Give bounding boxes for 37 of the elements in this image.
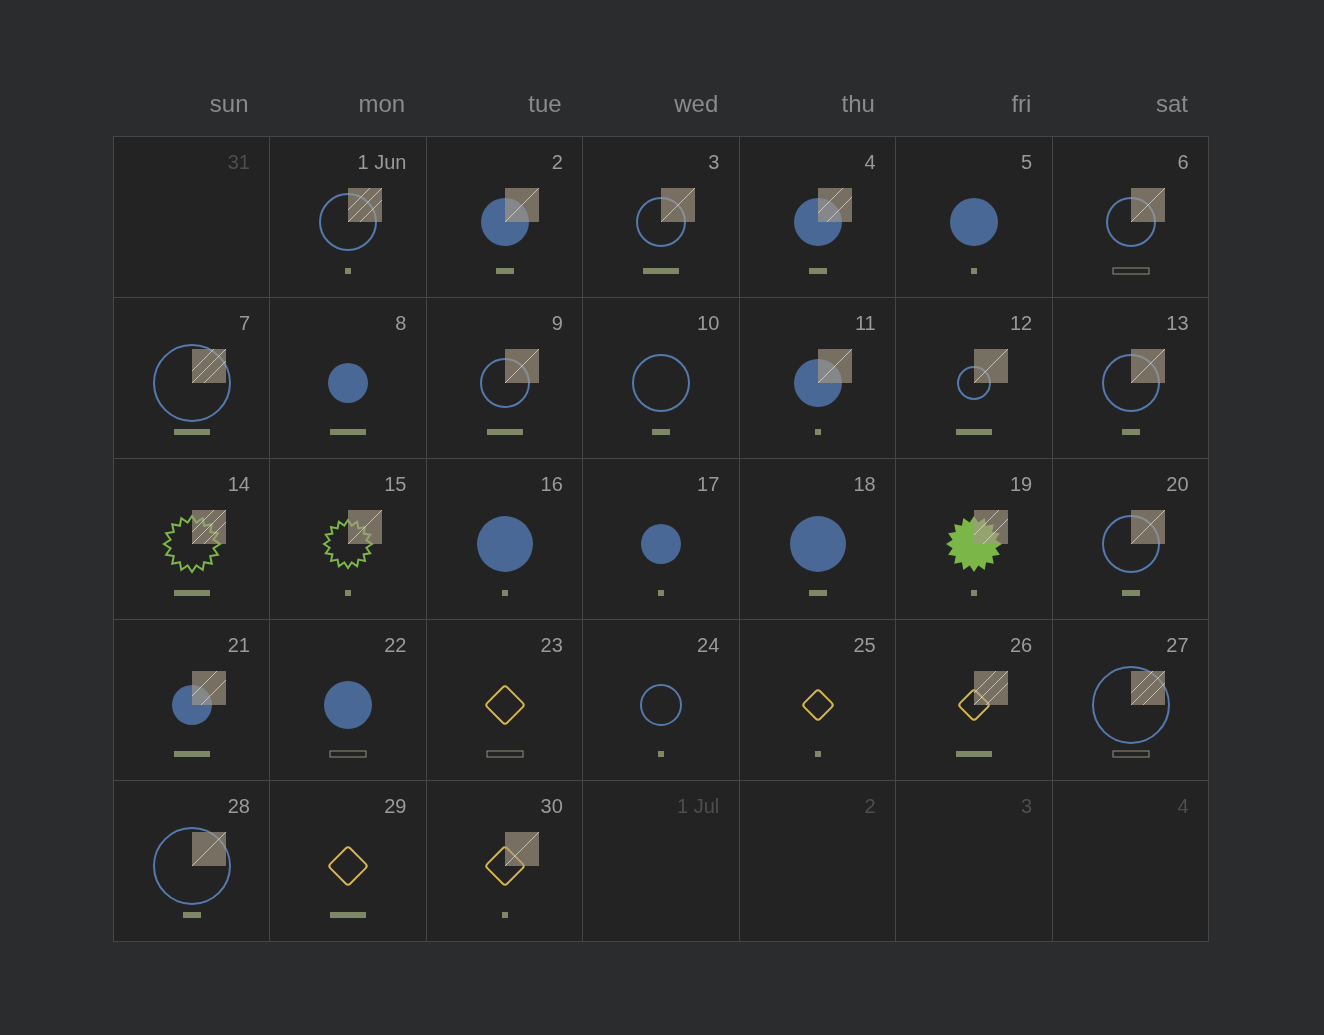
date-label: 17 [697, 472, 720, 496]
date-label: 26 [1009, 633, 1033, 657]
date-label: 11 [854, 311, 876, 335]
date-label: 22 [384, 633, 407, 657]
date-label: 3 [708, 150, 720, 174]
date-label: 27 [1166, 633, 1189, 657]
weekday-label: thu [841, 89, 876, 119]
date-label: 18 [853, 472, 876, 496]
date-label: 7 [238, 311, 250, 335]
date-label: 28 [227, 794, 250, 818]
date-label: 14 [227, 472, 250, 496]
weekday-label: wed [674, 89, 720, 119]
date-label: 24 [697, 633, 720, 657]
date-label: 23 [540, 633, 563, 657]
date-label: 30 [540, 794, 563, 818]
date-label: 6 [1177, 150, 1189, 174]
date-label: 4 [864, 150, 876, 174]
weekday-label: tue [528, 89, 563, 119]
date-label: 9 [551, 311, 563, 335]
date-label: 16 [540, 472, 563, 496]
date-label: 13 [1166, 311, 1189, 335]
date-label: 10 [697, 311, 720, 335]
weekday-label: fri [1011, 89, 1033, 119]
weekday-label: sat [1155, 89, 1189, 119]
date-label: 29 [384, 794, 407, 818]
date-label: 2 [551, 150, 563, 174]
date-label: 21 [227, 633, 250, 657]
date-label: 19 [1009, 472, 1033, 496]
date-label: 25 [853, 633, 876, 657]
date-label: 8 [395, 311, 407, 335]
date-label: 5 [1021, 150, 1033, 174]
weekday-label: sun [209, 89, 250, 119]
weekday-label: mon [358, 89, 407, 119]
date-label: 15 [384, 472, 407, 496]
date-label: 12 [1009, 311, 1033, 335]
date-label: 1 Jun [357, 150, 407, 174]
date-label: 20 [1166, 472, 1189, 496]
